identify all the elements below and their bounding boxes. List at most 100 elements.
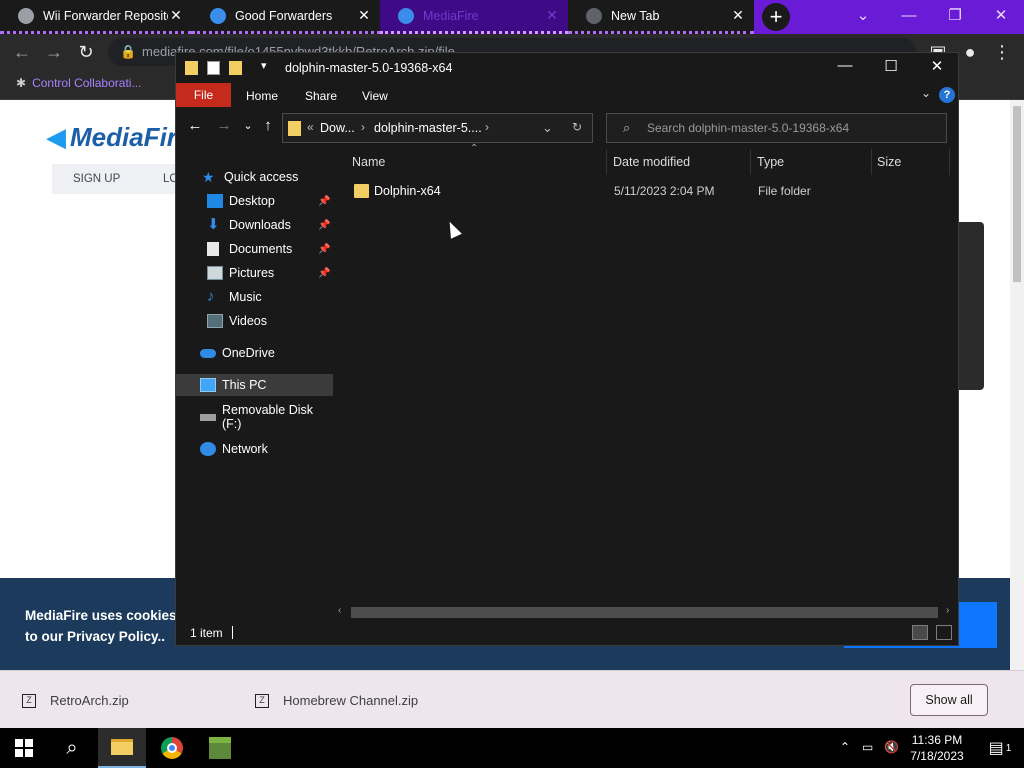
reload-icon[interactable]: ↻ [74, 40, 98, 64]
search-placeholder: Search dolphin-master-5.0-19368-x64 [647, 121, 850, 135]
recent-locations-icon[interactable]: ⌄ [238, 119, 258, 132]
tab-wii-forwarder[interactable]: Wii Forwarder Reposito ✕ [0, 0, 192, 34]
window-title: dolphin-master-5.0-19368-x64 [285, 61, 453, 75]
breadcrumb-downloads[interactable]: Dow... [320, 121, 355, 135]
scrollbar-thumb[interactable] [351, 607, 938, 618]
tab-file[interactable]: File [176, 83, 231, 107]
column-divider[interactable] [949, 149, 950, 175]
taskbar-file-explorer[interactable] [98, 728, 146, 768]
search-input[interactable]: ⌕ Search dolphin-master-5.0-19368-x64 [606, 113, 947, 143]
nav-removable-disk[interactable]: Removable Disk (F:) [176, 403, 333, 431]
nav-pictures[interactable]: Pictures 📌 [176, 262, 333, 284]
taskbar-minecraft[interactable] [196, 728, 244, 768]
column-name[interactable]: Name [352, 155, 385, 169]
taskbar-chrome[interactable] [148, 728, 196, 768]
minecraft-icon [209, 737, 231, 759]
close-button[interactable]: ✕ [978, 0, 1024, 34]
tab-title: MediaFire [423, 8, 479, 23]
tab-home[interactable]: Home [246, 89, 278, 103]
minimize-button[interactable]: — [822, 57, 868, 74]
breadcrumb-dolphin[interactable]: dolphin-master-5.... [374, 121, 482, 135]
properties-icon[interactable] [207, 61, 220, 75]
lock-icon: 🔒 [120, 44, 137, 59]
tab-search-icon[interactable]: ⌄ [840, 0, 886, 34]
profile-icon[interactable]: ● [958, 40, 982, 64]
back-icon[interactable]: ← [10, 40, 34, 64]
chevron-right-icon[interactable]: › [361, 120, 365, 134]
tab-new-tab[interactable]: New Tab ✕ [568, 0, 754, 34]
refresh-icon[interactable]: ↻ [572, 120, 582, 134]
column-divider[interactable] [606, 149, 607, 175]
restore-button[interactable]: ❐ [932, 0, 978, 34]
horizontal-scrollbar[interactable]: ‹ › [333, 604, 958, 621]
tab-good-forwarders[interactable]: Good Forwarders ✕ [192, 0, 380, 34]
new-tab-button[interactable]: + [762, 3, 790, 31]
address-dropdown-icon[interactable]: ⌄ [542, 120, 553, 136]
scroll-right-icon[interactable]: › [946, 605, 949, 616]
start-button[interactable] [0, 728, 48, 768]
forward-icon[interactable]: → [42, 40, 66, 64]
nav-music[interactable]: ♪ Music [176, 286, 333, 308]
close-tab-icon[interactable]: ✕ [544, 7, 560, 24]
nav-quick-access[interactable]: ★ Quick access [176, 166, 333, 188]
documents-icon [207, 242, 219, 256]
nav-desktop[interactable]: Desktop 📌 [176, 190, 333, 212]
close-tab-icon[interactable]: ✕ [356, 7, 372, 24]
download-filename: Homebrew Channel.zip [283, 693, 419, 708]
nav-network[interactable]: Network [176, 438, 333, 460]
column-divider[interactable] [871, 149, 872, 175]
scrollbar-thumb[interactable] [1013, 106, 1021, 282]
signup-link[interactable]: SIGN UP [73, 173, 120, 185]
nav-this-pc[interactable]: This PC [176, 374, 333, 396]
column-size[interactable]: Size [877, 155, 901, 169]
column-type[interactable]: Type [757, 155, 784, 169]
help-icon[interactable]: ? [939, 87, 955, 103]
column-date-modified[interactable]: Date modified [613, 155, 690, 169]
new-folder-icon[interactable] [229, 61, 242, 75]
download-item-retroarch[interactable]: Z RetroArch.zip [22, 693, 129, 708]
nav-onedrive[interactable]: OneDrive [176, 342, 333, 364]
bookmark-control-collaboration[interactable]: ✱ Control Collaborati... [16, 76, 141, 90]
explorer-address-bar[interactable]: « Dow... › dolphin-master-5.... › ⌄ ↻ [282, 113, 593, 143]
nav-documents[interactable]: Documents 📌 [176, 238, 333, 260]
clock[interactable]: 11:36 PM 7/18/2023 [898, 732, 976, 764]
search-button[interactable]: ⌕ [48, 728, 96, 768]
up-icon[interactable]: ↑ [258, 117, 278, 134]
nav-downloads[interactable]: ⬇ Downloads 📌 [176, 214, 333, 236]
column-divider[interactable] [750, 149, 751, 175]
customize-toolbar-icon[interactable]: ▾ [261, 59, 267, 72]
tab-share[interactable]: Share [305, 89, 337, 103]
close-button[interactable]: ✕ [914, 57, 960, 75]
file-row[interactable]: Dolphin-x64 5/11/2023 2:04 PM File folde… [333, 179, 958, 203]
scroll-left-icon[interactable]: ‹ [338, 605, 341, 616]
file-date: 5/11/2023 2:04 PM [614, 184, 715, 198]
volume-muted-icon[interactable]: 🔇 [884, 740, 899, 754]
download-item-homebrew[interactable]: Z Homebrew Channel.zip [255, 693, 418, 708]
pin-icon[interactable]: 📌 [318, 244, 330, 255]
show-all-button[interactable]: Show all [910, 684, 988, 716]
close-tab-icon[interactable]: ✕ [730, 7, 746, 24]
network-tray-icon[interactable]: ▭ [862, 740, 873, 754]
file-list: ⌃ Name Date modified Type Size Dolphin-x… [333, 143, 958, 621]
tab-view[interactable]: View [362, 89, 388, 103]
back-icon[interactable]: ← [185, 117, 205, 134]
expand-ribbon-icon[interactable]: ⌄ [921, 86, 931, 100]
large-icons-view-icon[interactable] [936, 625, 952, 640]
show-hidden-icons-icon[interactable]: ⌃ [840, 740, 850, 754]
nav-videos[interactable]: Videos [176, 310, 333, 332]
notifications-button[interactable]: ▤ 1 [976, 728, 1024, 768]
menu-icon[interactable]: ⋮ [990, 40, 1014, 64]
breadcrumb-overflow-icon[interactable]: « [307, 120, 314, 134]
pin-icon[interactable]: 📌 [318, 196, 330, 207]
chevron-right-icon[interactable]: › [485, 120, 489, 134]
minimize-button[interactable]: — [886, 0, 932, 34]
pin-icon[interactable]: 📌 [318, 220, 330, 231]
tab-mediafire[interactable]: MediaFire ✕ [380, 0, 568, 34]
pin-icon[interactable]: 📌 [318, 268, 330, 279]
details-view-icon[interactable] [912, 625, 928, 640]
mediafire-logo[interactable]: ◀ MediaFire [46, 122, 191, 153]
page-scrollbar[interactable] [1010, 100, 1024, 670]
forward-icon[interactable]: → [214, 117, 234, 134]
maximize-button[interactable]: ☐ [868, 57, 914, 75]
close-tab-icon[interactable]: ✕ [168, 7, 184, 24]
